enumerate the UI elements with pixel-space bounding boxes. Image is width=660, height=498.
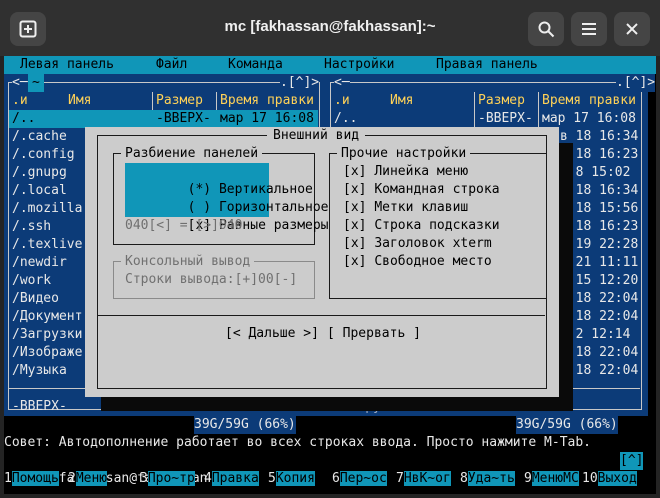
- list-item[interactable]: /Загрузки: [12, 326, 82, 344]
- list-item[interactable]: /newdir: [12, 254, 67, 272]
- checkbox-label: Командная строка: [374, 182, 500, 197]
- fkey-delete[interactable]: 8Уда~ть: [460, 470, 515, 488]
- right-col-sort[interactable]: .и: [334, 92, 350, 110]
- next-button[interactable]: [< Дальше >]: [225, 325, 319, 343]
- command-prompt[interactable]: [fakhassan@fakhassan ~]$ [^]: [4, 452, 656, 486]
- checkbox-label: Свободное место: [374, 254, 492, 269]
- checkbox-hintbar[interactable]: [x] Строка подсказки: [343, 217, 500, 235]
- checkbox-mark: [x]: [343, 254, 367, 269]
- hamburger-icon: [582, 23, 596, 35]
- fkey-edit[interactable]: 4Правка: [204, 470, 259, 488]
- dialog-title: Внешний вид: [267, 127, 366, 145]
- close-button[interactable]: [614, 12, 650, 46]
- terminal-window: mc [fakhassan@fakhassan]:~ Левая панель …: [0, 0, 660, 498]
- list-item[interactable]: /Изображе: [12, 344, 82, 362]
- menu-right-panel[interactable]: Правая панель: [436, 56, 538, 74]
- hint-line: Совет: Автодополнение работает во всех с…: [4, 435, 591, 450]
- checkbox-label: Заголовок xterm: [374, 236, 492, 251]
- fkey-mkdir[interactable]: 7НвК~ог: [396, 470, 451, 488]
- fkey-move[interactable]: 6Пер~ос: [332, 470, 387, 488]
- list-item[interactable]: /.ssh: [12, 218, 51, 236]
- checkbox-mark: [x]: [343, 164, 367, 179]
- dialog-shadow: [101, 397, 573, 411]
- search-button[interactable]: [528, 12, 564, 46]
- fkey-view[interactable]: 3Про~тр: [140, 470, 195, 488]
- list-item[interactable]: /Документ: [12, 308, 82, 326]
- prompt-tag[interactable]: [^]: [620, 452, 644, 470]
- split-group-title: Разбиение панелей: [121, 145, 263, 163]
- checkbox-menubar[interactable]: [x] Линейка меню: [343, 163, 468, 181]
- menu-file[interactable]: Файл: [156, 56, 187, 74]
- file-name: /..: [12, 111, 36, 126]
- file-time: мар 17 16:08: [220, 111, 314, 126]
- search-icon: [538, 21, 555, 38]
- list-item[interactable]: /.local: [12, 182, 67, 200]
- close-icon: [626, 23, 638, 35]
- left-col-sort[interactable]: .и: [12, 92, 28, 110]
- left-col-size[interactable]: Размер: [156, 92, 203, 110]
- list-item[interactable]: /..: [334, 110, 357, 128]
- checkbox-label: Линейка меню: [374, 164, 469, 179]
- menu-left-panel[interactable]: Левая панель: [20, 56, 114, 74]
- list-item[interactable]: /Музыка: [12, 362, 67, 380]
- left-panel-status: -ВВЕРХ-: [12, 399, 67, 414]
- right-panel-disk: 39G/59G (66%): [516, 416, 618, 434]
- checkbox-mark: [x]: [343, 218, 367, 233]
- left-col-name[interactable]: Имя: [68, 92, 91, 110]
- console-group-title: Консольный вывод: [121, 253, 255, 271]
- left-panel-path: ~: [28, 74, 44, 92]
- cancel-button[interactable]: [ Прервать ]: [327, 325, 421, 343]
- right-col-size[interactable]: Размер: [478, 92, 525, 110]
- fkey-exit[interactable]: 10Выход: [582, 470, 637, 488]
- file-time: мар 17 16:08: [542, 111, 636, 126]
- fkey-menu[interactable]: 2Меню: [68, 470, 108, 488]
- console-lines: Строки вывода:[+]00[-]: [125, 272, 298, 287]
- checkbox-mark: [x]: [343, 236, 367, 251]
- right-col-mtime[interactable]: Время правки: [542, 92, 636, 110]
- checkbox-label: Метки клавиш: [374, 200, 469, 215]
- checkbox-label: Строка подсказки: [374, 218, 500, 233]
- checkbox-xterm-title[interactable]: [x] Заголовок xterm: [343, 235, 492, 253]
- list-item[interactable]: /.config: [12, 146, 75, 164]
- terminal-screen[interactable]: Левая панель Файл Команда Настройки Прав…: [4, 56, 656, 494]
- checkbox-command-line[interactable]: [x] Командная строка: [343, 181, 500, 199]
- fkey-copy[interactable]: 5Копия: [268, 470, 315, 488]
- fkey-help[interactable]: 1Помощь: [4, 470, 59, 488]
- menu-button[interactable]: [571, 12, 607, 46]
- fkey-mc-menu[interactable]: 9МенюMC: [524, 470, 579, 488]
- split-ratio[interactable]: 040[<] = [>]040: [125, 217, 242, 235]
- other-group-title: Прочие настройки: [337, 145, 471, 163]
- table-row[interactable]: /.. -ВВЕРХ- мар 17 16:08: [9, 110, 318, 128]
- dialog-shadow: [559, 143, 573, 411]
- list-item[interactable]: /.mozilla: [12, 200, 82, 218]
- right-col-name[interactable]: Имя: [390, 92, 413, 110]
- menu-options[interactable]: Настройки: [324, 56, 394, 74]
- mc-menubar: Левая панель Файл Команда Настройки Прав…: [4, 56, 656, 74]
- menu-command[interactable]: Команда: [228, 56, 283, 74]
- checkbox-free-space[interactable]: [x] Свободное место: [343, 253, 492, 271]
- list-item[interactable]: /work: [12, 272, 51, 290]
- file-size: -ВВЕРХ-: [478, 111, 533, 126]
- appearance-dialog: Внешний вид Разбиение панелей (*) Вертик…: [85, 127, 559, 397]
- file-size: -ВВЕРХ-: [156, 111, 211, 126]
- checkbox-mark: [x]: [343, 182, 367, 197]
- checkbox-mark: [x]: [343, 200, 367, 215]
- left-col-mtime[interactable]: Время правки: [220, 92, 314, 110]
- list-item[interactable]: /.texlive: [12, 236, 82, 254]
- list-item[interactable]: /.cache: [12, 128, 67, 146]
- title-bar: mc [fakhassan@fakhassan]:~: [0, 0, 660, 56]
- list-item[interactable]: /.gnupg: [12, 164, 67, 182]
- list-item[interactable]: /Видео: [12, 290, 59, 308]
- checkbox-keybar[interactable]: [x] Метки клавиш: [343, 199, 468, 217]
- left-panel-disk: 39G/59G (66%): [194, 416, 296, 434]
